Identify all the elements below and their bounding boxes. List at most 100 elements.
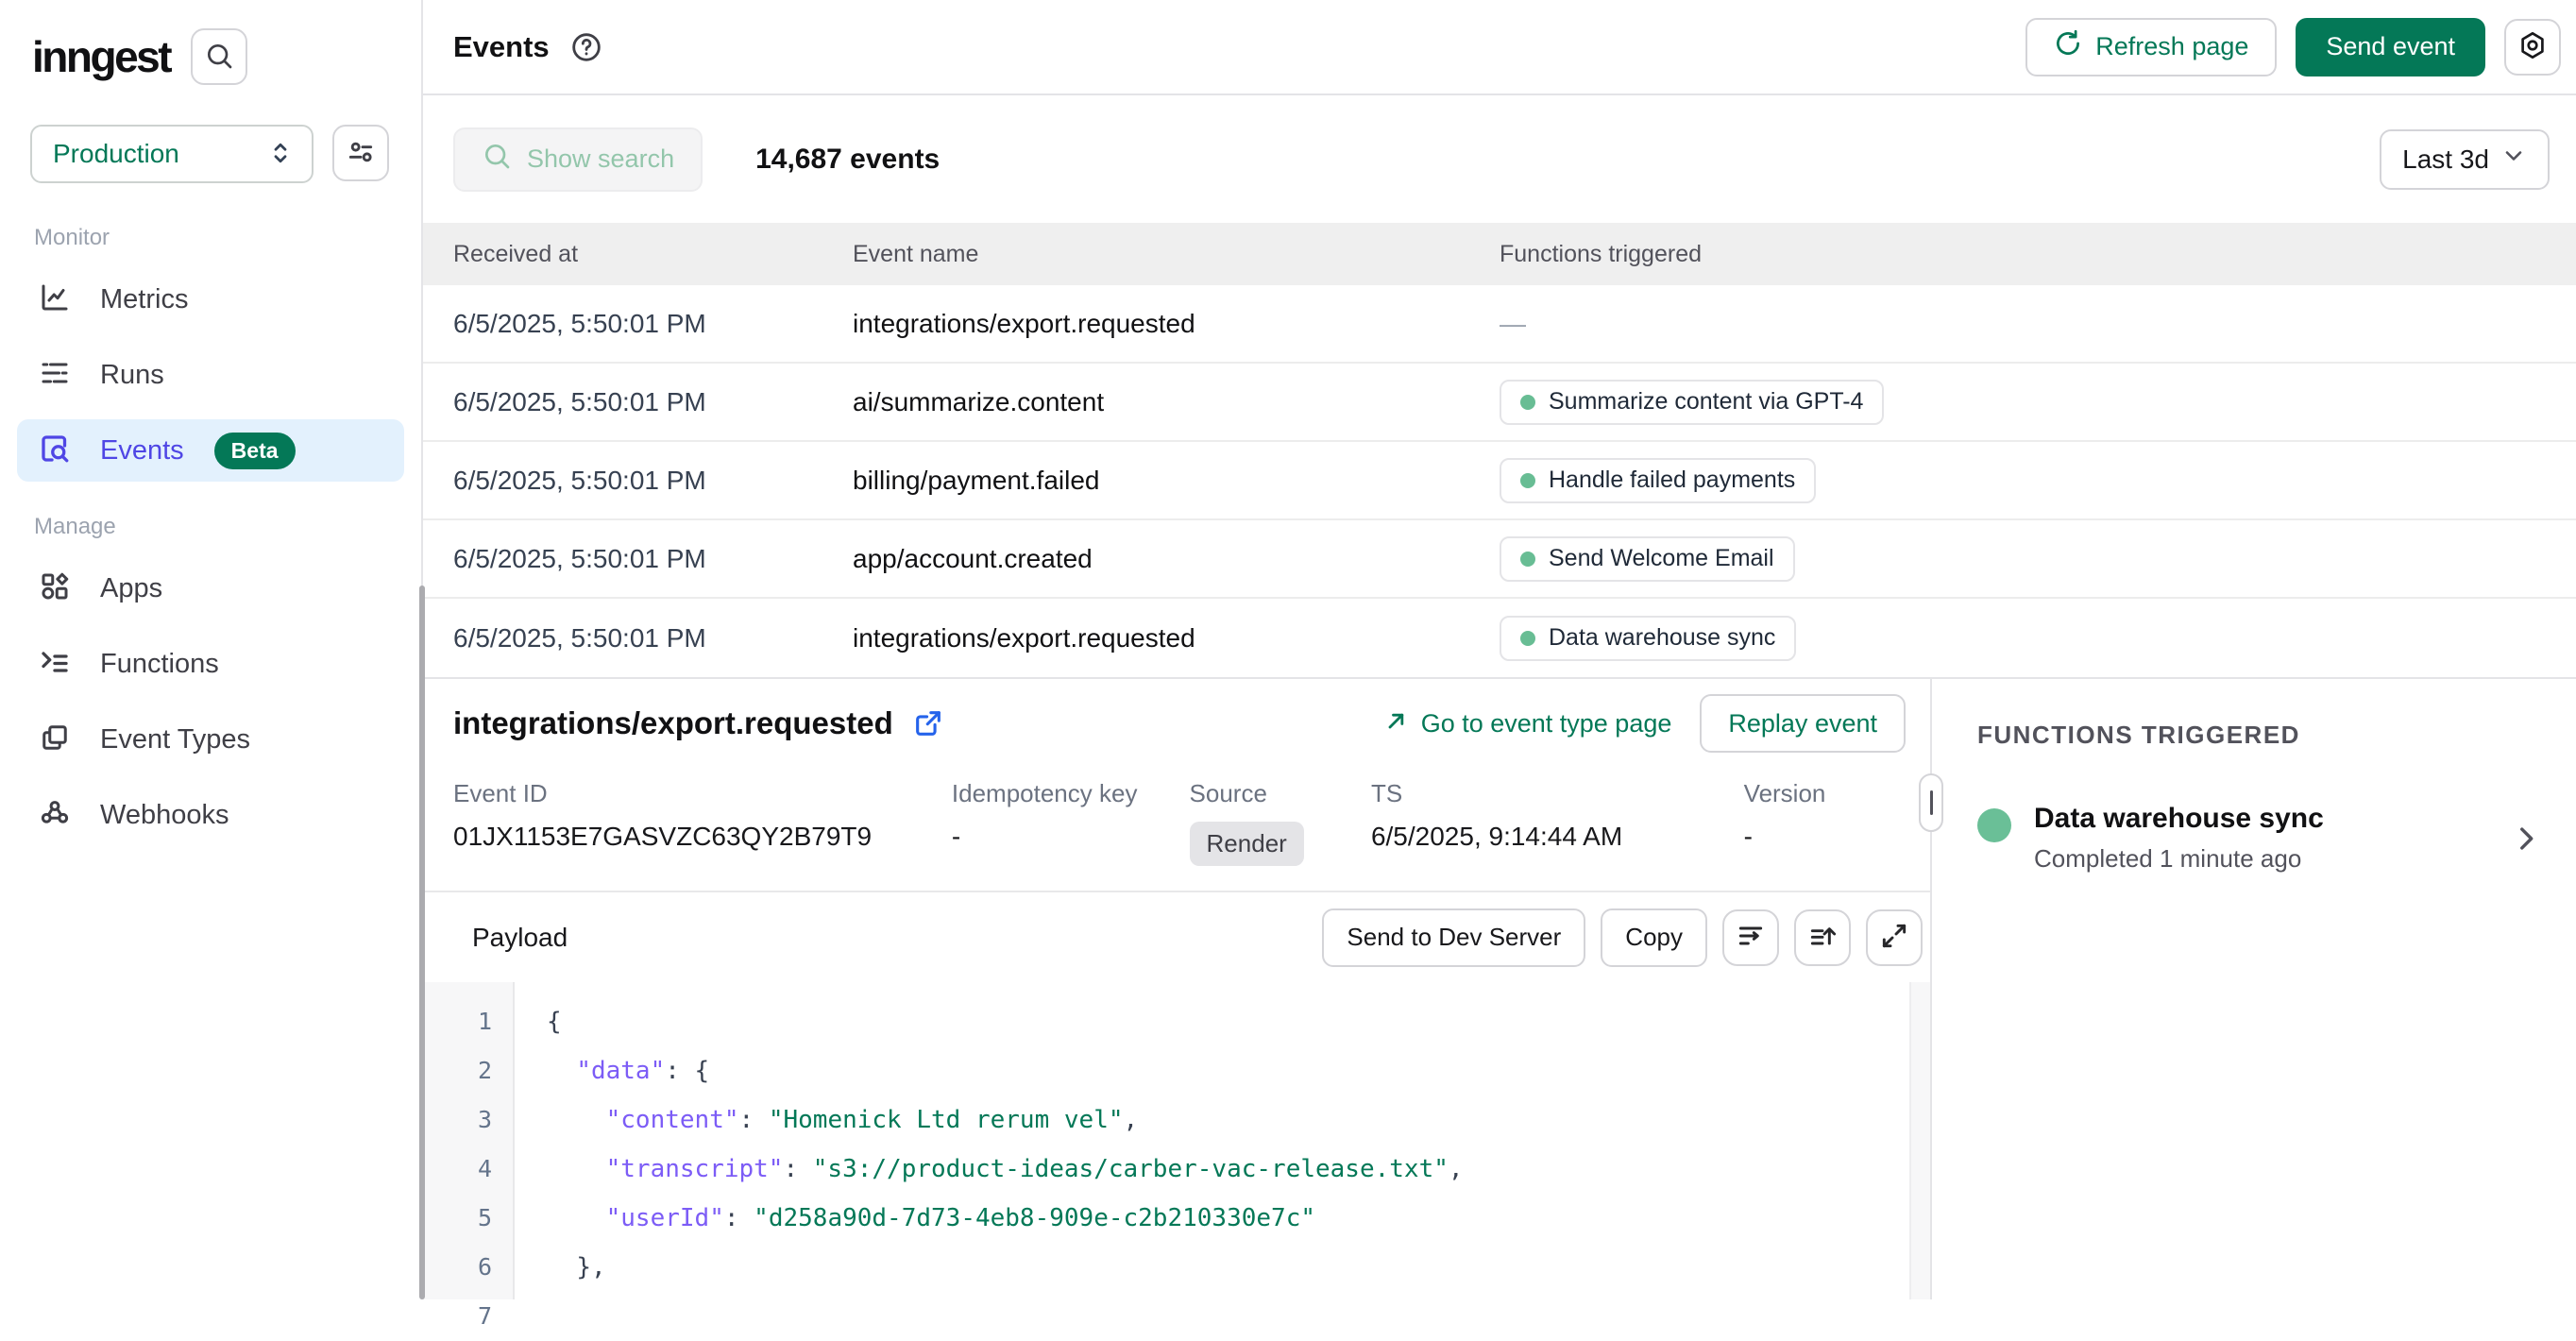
copy-payload-button[interactable]: Copy — [1601, 908, 1707, 967]
meta-label: Idempotency key — [952, 779, 1190, 808]
code-line: { — [547, 997, 1909, 1046]
sidebar-item-label: Apps — [100, 573, 162, 604]
code-line: }, — [547, 1243, 1909, 1292]
beta-badge: Beta — [214, 433, 296, 469]
go-to-event-type-label: Go to event type page — [1421, 709, 1672, 738]
word-wrap-button[interactable] — [1722, 909, 1779, 966]
expand-icon — [1879, 921, 1909, 954]
global-search-button[interactable] — [191, 28, 247, 85]
function-status-dot-icon — [1977, 808, 2011, 842]
expand-payload-button[interactable] — [1866, 909, 1923, 966]
sidebar-item-functions[interactable]: Functions — [17, 633, 404, 695]
table-row[interactable]: 6/5/2025, 5:50:01 PMintegrations/export.… — [423, 285, 2576, 364]
function-status: Completed 1 minute ago — [2034, 844, 2324, 874]
code-scrollbar[interactable] — [1909, 982, 1930, 1299]
function-badge[interactable]: Summarize content via GPT-4 — [1500, 380, 1884, 425]
events-search-icon — [38, 432, 72, 470]
go-to-event-type-link[interactable]: Go to event type page — [1383, 707, 1672, 740]
code-token: , — [1449, 1155, 1464, 1183]
meta-idempotency-key: Idempotency key- — [952, 779, 1190, 866]
payload-title: Payload — [472, 923, 568, 953]
show-search-button[interactable]: Show search — [453, 127, 703, 192]
cell-functions-triggered: Handle failed payments — [1500, 458, 2576, 503]
sidebar-item-metrics[interactable]: Metrics — [17, 268, 404, 331]
environment-settings-button[interactable] — [332, 125, 389, 181]
meta-source: SourceRender — [1190, 779, 1371, 866]
time-range-dropdown[interactable]: Last 3d — [2380, 129, 2550, 190]
page-title: Events — [453, 30, 550, 64]
events-table-header: Received at Event name Functions trigger… — [423, 223, 2576, 285]
meta-value: - — [1744, 822, 1930, 852]
line-number: 5 — [423, 1194, 513, 1243]
status-dot-icon — [1520, 395, 1535, 410]
function-badge-label: Handle failed payments — [1549, 467, 1795, 494]
external-link-icon[interactable] — [912, 707, 944, 739]
code-token: { — [547, 1008, 562, 1036]
meta-label: TS — [1371, 779, 1744, 808]
function-badge-label: Data warehouse sync — [1549, 624, 1775, 652]
function-badge[interactable]: Send Welcome Email — [1500, 536, 1795, 582]
sidebar-item-event-types[interactable]: Event Types — [17, 708, 404, 771]
table-row[interactable]: 6/5/2025, 5:50:01 PMai/summarize.content… — [423, 364, 2576, 442]
sliders-icon — [346, 137, 376, 170]
meta-event-id: Event ID01JX1153E7GASVZC63QY2B79T9 — [453, 779, 952, 866]
code-line: "data": { — [547, 1046, 1909, 1095]
sidebar-item-events[interactable]: EventsBeta — [17, 419, 404, 482]
functions-triggered-title: FUNCTIONS TRIGGERED — [1977, 721, 2542, 750]
event-types-icon — [38, 721, 72, 759]
code-token: "content" — [606, 1106, 739, 1134]
functions-triggered-list: Data warehouse sync Completed 1 minute ag… — [1977, 803, 2542, 874]
shrink-payload-button[interactable] — [1794, 909, 1851, 966]
events-table-body: 6/5/2025, 5:50:01 PMintegrations/export.… — [423, 285, 2576, 677]
functions-triggered-panel: FUNCTIONS TRIGGERED Data warehouse sync C… — [1932, 679, 2576, 1299]
events-list-scrollbar-thumb[interactable] — [419, 586, 425, 1299]
app-root: inngest Production MonitorMetricsRunsEve… — [0, 0, 2576, 1299]
cell-functions-triggered: Data warehouse sync — [1500, 616, 2576, 661]
cell-received-at: 6/5/2025, 5:50:01 PM — [423, 544, 853, 574]
send-to-dev-server-button[interactable]: Send to Dev Server — [1322, 908, 1585, 967]
cell-functions-triggered: Send Welcome Email — [1500, 536, 2576, 582]
no-functions-dash: — — [1500, 309, 1526, 338]
meta-label: Source — [1190, 779, 1371, 808]
function-badge[interactable]: Data warehouse sync — [1500, 616, 1796, 661]
cell-received-at: 6/5/2025, 5:50:01 PM — [423, 387, 853, 417]
function-name: Data warehouse sync — [2034, 803, 2324, 835]
settings-button[interactable] — [2504, 19, 2561, 76]
event-meta-row: Event ID01JX1153E7GASVZC63QY2B79T9Idempo… — [423, 758, 1930, 866]
panel-resize-handle[interactable] — [1919, 773, 1943, 832]
sidebar-item-apps[interactable]: Apps — [17, 557, 404, 620]
triggered-function-card[interactable]: Data warehouse sync Completed 1 minute ag… — [1977, 803, 2542, 874]
event-count: 14,687 events — [755, 144, 940, 176]
sidebar-item-label: Metrics — [100, 284, 188, 315]
line-number: 1 — [423, 997, 513, 1046]
refresh-page-button[interactable]: Refresh page — [2025, 18, 2277, 76]
chevron-down-icon — [2500, 143, 2527, 176]
code-token: "s3://product-ideas/carber-vac-release.t… — [813, 1155, 1449, 1183]
main-content: Events Refresh page Send event — [423, 0, 2576, 1299]
send-event-button[interactable]: Send event — [2296, 18, 2485, 76]
line-number: 4 — [423, 1145, 513, 1194]
meta-value: 6/5/2025, 9:14:44 AM — [1371, 822, 1744, 852]
table-row[interactable]: 6/5/2025, 5:50:01 PMbilling/payment.fail… — [423, 442, 2576, 520]
wrap-text-icon — [1736, 921, 1766, 954]
column-header-functions-triggered: Functions triggered — [1500, 241, 2576, 268]
help-icon[interactable] — [570, 31, 602, 63]
environment-selector[interactable]: Production — [30, 125, 314, 183]
code-line: "content": "Homenick Ltd rerum vel", — [547, 1095, 1909, 1145]
code-token: "transcript" — [606, 1155, 784, 1183]
sidebar-item-label: Webhooks — [100, 800, 229, 831]
replay-event-button[interactable]: Replay event — [1700, 694, 1906, 753]
sidebar-item-runs[interactable]: Runs — [17, 344, 404, 406]
sidebar-item-webhooks[interactable]: Webhooks — [17, 784, 404, 846]
arrow-up-right-icon — [1383, 707, 1410, 740]
sidebar-item-label: Runs — [100, 360, 164, 391]
meta-value: 01JX1153E7GASVZC63QY2B79T9 — [453, 822, 952, 852]
table-row[interactable]: 6/5/2025, 5:50:01 PMintegrations/export.… — [423, 599, 2576, 677]
code-token: }, — [576, 1253, 605, 1282]
code-token: , — [1124, 1106, 1139, 1134]
function-badge[interactable]: Handle failed payments — [1500, 458, 1816, 503]
events-toolbar: Show search 14,687 events Last 3d — [423, 95, 2576, 223]
payload-code-editor[interactable]: 1234567 { "data": { "content": "Homenick… — [423, 982, 1930, 1299]
table-row[interactable]: 6/5/2025, 5:50:01 PMapp/account.createdS… — [423, 520, 2576, 599]
cell-event-name: billing/payment.failed — [853, 466, 1500, 496]
